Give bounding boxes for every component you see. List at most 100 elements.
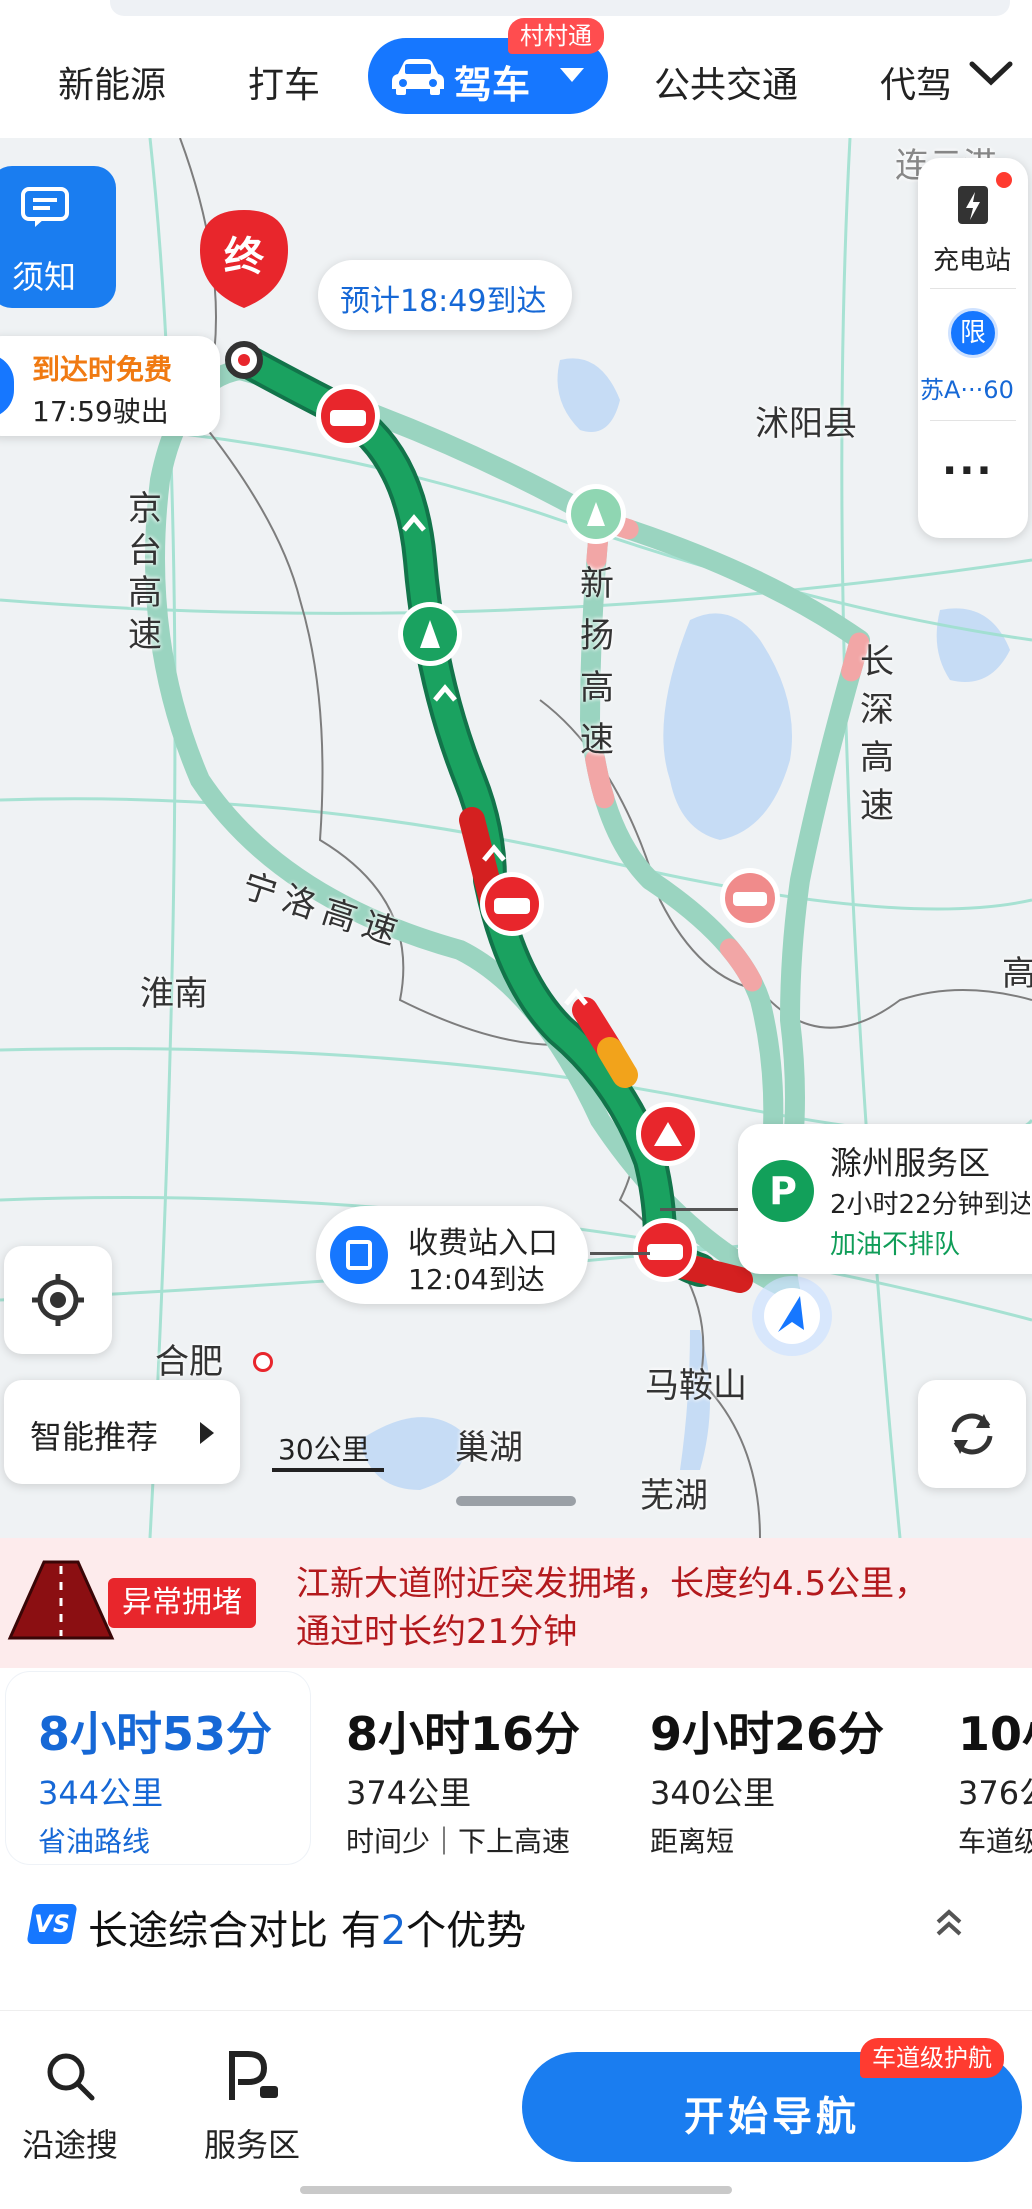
start-navigation-label: 开始导航 <box>684 2094 860 2140</box>
home-indicator[interactable] <box>300 2186 732 2194</box>
rocket-icon-faded[interactable] <box>566 484 626 544</box>
notification-dot <box>996 172 1012 188</box>
play-arrow-icon <box>200 1422 214 1444</box>
parking-info-card[interactable]: 到达时免费 17:59驶出 <box>0 336 220 436</box>
top-tab-bar: 新能源 打车 驾车 村村通 公共交通 代驾 <box>0 0 1032 138</box>
smart-recommend-button[interactable]: 智能推荐 <box>4 1380 240 1484</box>
lake-water <box>936 608 1010 682</box>
current-location-arrow-icon[interactable] <box>752 1276 832 1356</box>
compare-text: 长途综合对比 有2个优势 <box>88 1898 526 1956</box>
route-distance: 374公里 <box>346 1774 472 1812</box>
map-label-chaohu: 巢湖 <box>455 1428 523 1468</box>
route-time: 9小时26分 <box>650 1707 885 1761</box>
toll-leader-line <box>590 1252 650 1255</box>
map-label-wuhu: 芜湖 <box>640 1476 708 1516</box>
notice-button[interactable]: 须知 <box>0 166 116 308</box>
long-distance-compare-row[interactable]: VS 长途综合对比 有2个优势 <box>0 1868 1032 1978</box>
accident-icon-faded[interactable] <box>720 868 780 928</box>
route-option-3[interactable]: 9小时26分 340公里 距离短 <box>650 1672 910 1864</box>
parking-icon <box>0 354 14 418</box>
map-label-maanshan: 马鞍山 <box>645 1366 747 1406</box>
accident-icon[interactable] <box>633 1218 697 1282</box>
collapse-chevron-icon[interactable] <box>934 1906 964 1940</box>
route-tag: 省油路线 <box>38 1825 151 1858</box>
tab-public-transit[interactable]: 公共交通 <box>654 56 798 108</box>
route-tag: 时间少｜下上高速 <box>346 1825 571 1858</box>
map-side-tools: 充电站 限 苏A···60 ··· <box>918 158 1028 538</box>
expand-tabs-chevron-icon[interactable] <box>968 58 1014 88</box>
road-label-jingtai: 京台高速 <box>128 489 162 655</box>
restriction-icon: 限 <box>948 308 998 358</box>
charging-station-button[interactable]: 充电站 <box>918 158 1028 288</box>
traffic-restriction-button[interactable]: 限 苏A···60 <box>918 290 1028 420</box>
traffic-alert-banner[interactable]: 异常拥堵 江新大道附近突发拥堵，长度约4.5公里， 通过时长约21分钟 <box>0 1538 1032 1668</box>
map-view[interactable]: 沭阳县 淮南 合肥 马鞍山 巢湖 芜湖 连云港 高 京台高速 新扬高速 长深高速… <box>0 138 1032 1538</box>
map-label-gao: 高 <box>1002 954 1032 994</box>
divider <box>930 420 1016 421</box>
toll-station-icon <box>330 1226 388 1284</box>
route-distance: 340公里 <box>650 1774 776 1812</box>
tab-drive-label: 驾车 <box>454 63 531 107</box>
hefei-city-dot <box>253 1352 273 1372</box>
more-dots-icon: ··· <box>942 448 994 494</box>
route-time: 8小时53分 <box>38 1707 273 1761</box>
tab-new-energy[interactable]: 新能源 <box>58 56 166 108</box>
service-area-card[interactable]: P 滁州服务区 2小时22分钟到达 加油不排队 <box>738 1124 1032 1274</box>
chevron-down-icon <box>560 68 584 82</box>
service-area-icon <box>229 2051 278 2100</box>
tab-taxi[interactable]: 打车 <box>248 56 320 108</box>
village-road-badge: 村村通 <box>508 18 604 54</box>
search-along-button[interactable]: 沿途搜 <box>14 2050 132 2180</box>
road-label-changshen: 长深高速 <box>860 642 894 826</box>
map-label-hefei: 合肥 <box>155 1342 223 1382</box>
province-borders <box>179 138 1032 1538</box>
accident-icon[interactable] <box>316 384 380 448</box>
service-area-button[interactable]: 服务区 <box>196 2050 314 2180</box>
accident-icon[interactable] <box>480 872 544 936</box>
route-tag: 车道级 <box>958 1825 1032 1858</box>
divider <box>0 2010 1032 2011</box>
route-option-1[interactable]: 8小时53分 344公里 省油路线 <box>6 1672 310 1864</box>
refresh-icon <box>951 1413 993 1455</box>
toll-entrance-card[interactable]: 收费站入口 12:04到达 <box>316 1206 588 1304</box>
eta-bubble[interactable]: 预计18:49到达 <box>318 260 572 330</box>
divider <box>930 288 1016 289</box>
route-distance: 376公里 <box>958 1774 1032 1812</box>
route-option-4[interactable]: 10小时 376公里 车道级 <box>958 1672 1032 1864</box>
rocket-icon[interactable] <box>398 602 462 666</box>
bottom-action-bar: 沿途搜 服务区 开始导航 车道级护航 <box>0 2010 1032 2209</box>
message-icon <box>21 187 69 227</box>
route-options: 8小时53分 344公里 省油路线 8小时16分 374公里 时间少｜下上高速 … <box>0 1668 1032 1968</box>
scale-label: 30公里 <box>278 1433 370 1466</box>
car-icon <box>392 59 444 95</box>
refresh-route-button[interactable] <box>918 1380 1026 1488</box>
locate-me-button[interactable] <box>4 1246 112 1354</box>
tab-designated-driver[interactable]: 代驾 <box>880 56 950 108</box>
search-icon <box>47 2053 95 2101</box>
panel-drag-handle[interactable] <box>456 1496 576 1506</box>
route-option-2[interactable]: 8小时16分 374公里 时间少｜下上高速 <box>346 1672 636 1864</box>
road-work-icon[interactable] <box>636 1102 700 1166</box>
alert-tag: 异常拥堵 <box>108 1578 256 1628</box>
destination-pin-label: 终 <box>224 234 264 280</box>
service-area-label: 服务区 <box>204 2126 301 2164</box>
service-area-fuel: 加油不排队 <box>830 1230 961 1260</box>
search-along-label: 沿途搜 <box>22 2126 119 2164</box>
lake-water <box>360 1417 465 1490</box>
route-distance: 344公里 <box>38 1774 164 1812</box>
compare-count: 2 <box>380 1908 407 1954</box>
congested-road-icon <box>7 1560 115 1640</box>
search-strip[interactable] <box>110 0 1010 16</box>
lake-water <box>557 358 620 432</box>
smart-recommend-label: 智能推荐 <box>30 1418 159 1456</box>
crosshair-icon <box>32 1274 84 1326</box>
more-tools-button[interactable]: ··· <box>918 422 1028 532</box>
parking-service-icon: P <box>752 1160 814 1222</box>
route-time: 10小时 <box>958 1707 1032 1761</box>
notice-label: 须知 <box>12 258 77 296</box>
lake-water <box>663 613 792 840</box>
alert-text-line1: 江新大道附近突发拥堵，长度约4.5公里， <box>296 1564 929 1604</box>
service-area-title: 滁州服务区 <box>830 1144 991 1182</box>
charging-station-icon <box>958 186 988 224</box>
alert-text-line2: 通过时长约21分钟 <box>296 1612 578 1652</box>
